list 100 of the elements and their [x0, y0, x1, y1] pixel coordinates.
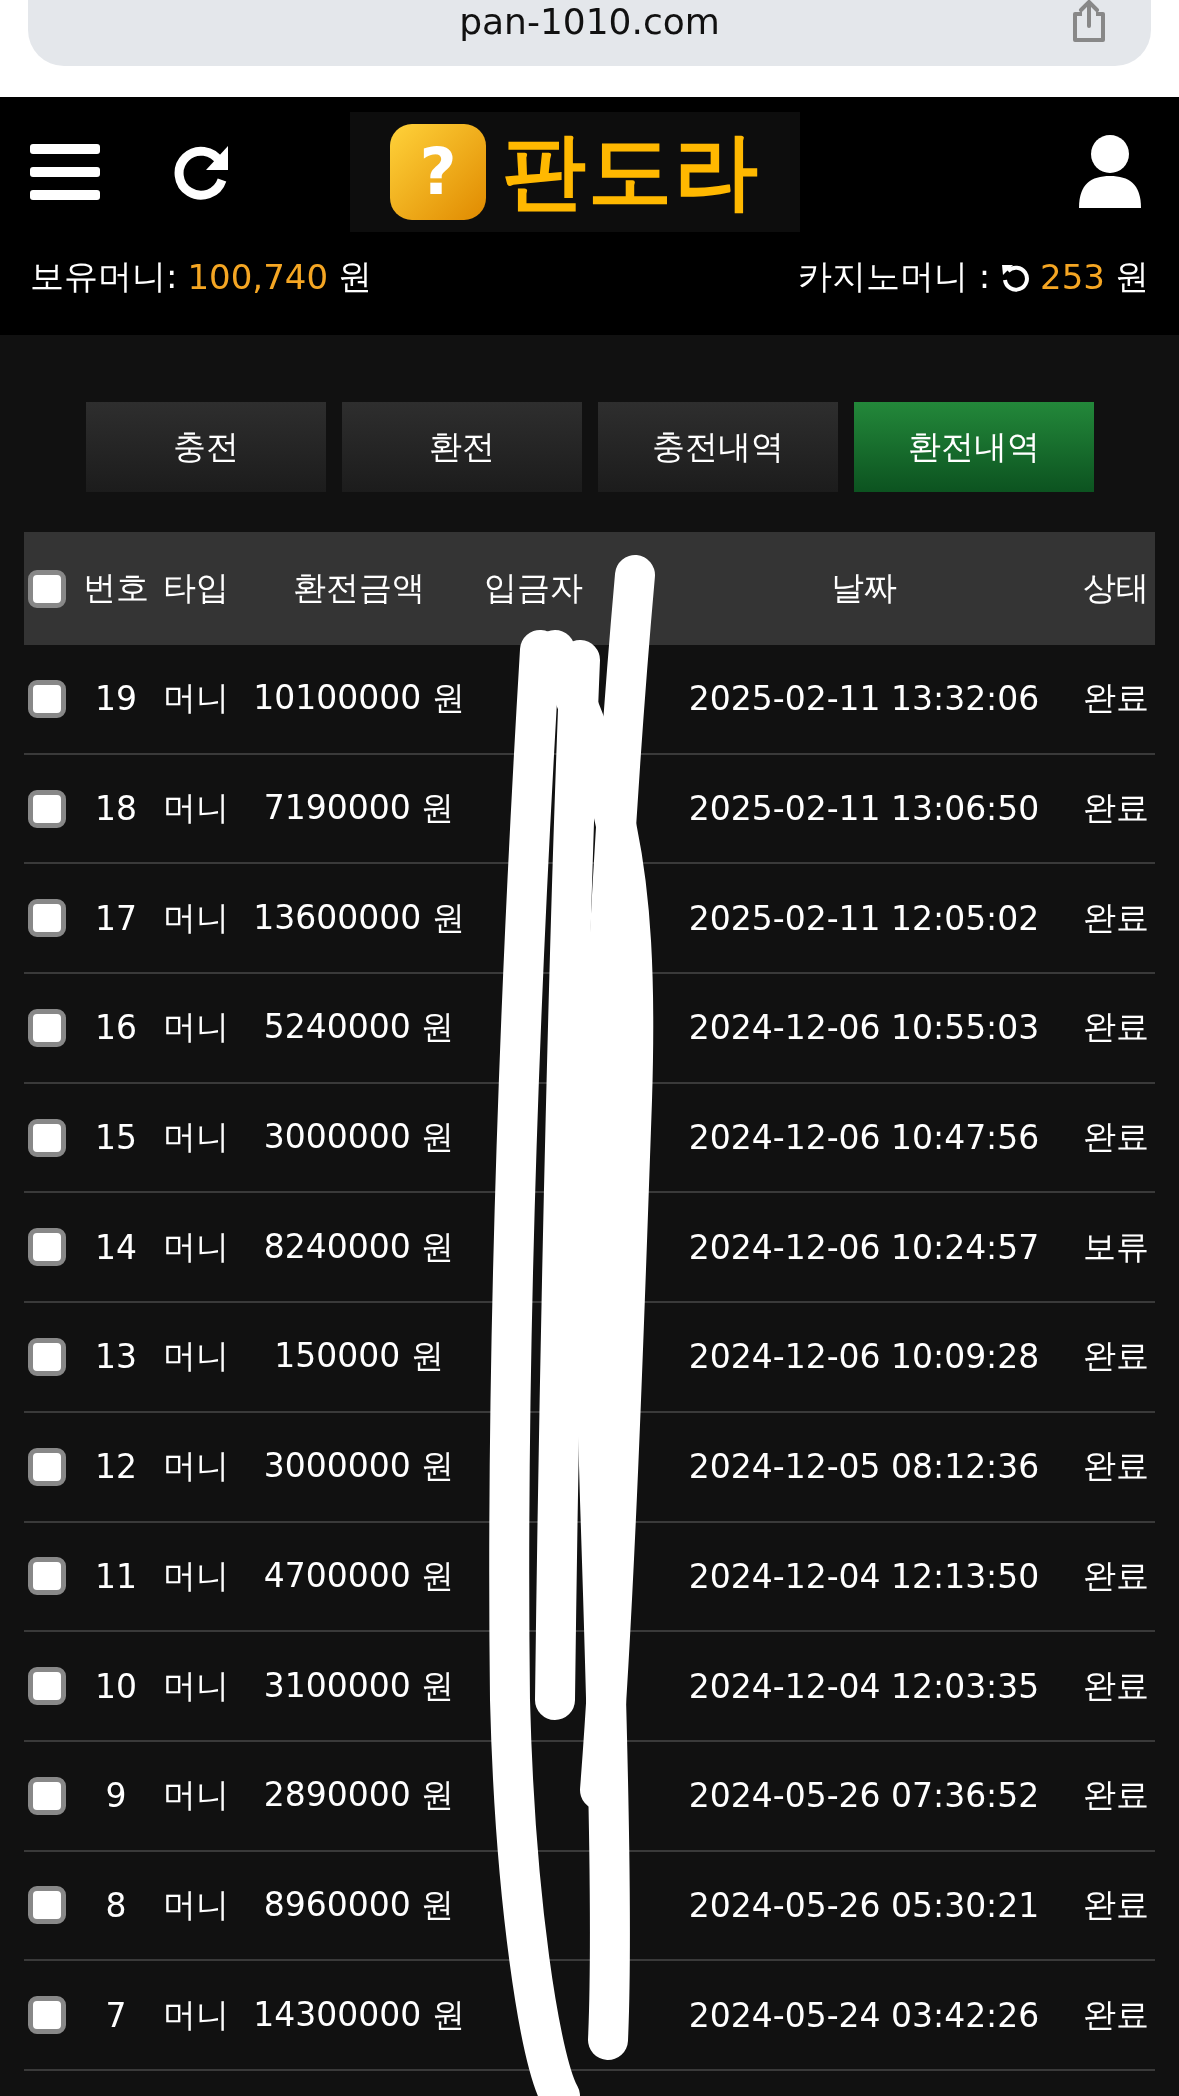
column-header: 환전금액: [293, 568, 425, 607]
logo-cube: ?: [390, 124, 486, 220]
table-cell: 완료: [1083, 1336, 1149, 1376]
table-cell: 8: [105, 1885, 127, 1925]
table-cell: 5240000 원: [263, 1007, 455, 1047]
table-cell: 10: [95, 1666, 137, 1706]
row-checkbox[interactable]: [28, 679, 66, 718]
table-cell: 8240000 원: [263, 1226, 455, 1266]
row-checkbox[interactable]: [28, 1996, 66, 2035]
table-cell: 8960000 원: [263, 1884, 455, 1924]
table-cell: 15: [95, 1118, 137, 1158]
table-cell: 7190000 원: [263, 788, 455, 828]
currency-unit: 원: [338, 255, 373, 298]
casino-balance-amount: 253: [1040, 257, 1105, 297]
table-cell: 머니: [163, 788, 229, 828]
table-cell: 머니: [163, 1336, 229, 1376]
table-cell: 머니: [163, 1994, 229, 2034]
table-cell: 13600000 원: [253, 897, 465, 937]
row-checkbox[interactable]: [28, 1447, 66, 1486]
table-cell: 2024-05-26 07:36:52: [688, 1776, 1040, 1816]
table-cell: 19: [95, 679, 137, 719]
row-checkbox[interactable]: [28, 1776, 66, 1815]
table-cell: 완료: [1083, 678, 1149, 718]
table-cell: 2025-02-11 13:06:50: [688, 789, 1040, 829]
tab[interactable]: 충전내역: [597, 402, 838, 492]
table-cell: 머니: [163, 1226, 229, 1266]
table-cell: 머니: [163, 1555, 229, 1595]
menu-icon[interactable]: [30, 144, 100, 200]
balance-amount: 100,740: [187, 257, 329, 297]
table-cell: 9: [105, 1776, 127, 1816]
table-cell: 2025-02-11 12:05:02: [688, 898, 1040, 938]
table-cell: 150000 원: [274, 1336, 444, 1376]
table-cell: 머니: [163, 1117, 229, 1157]
table-cell: 2024-12-06 10:09:28: [688, 1337, 1040, 1377]
table-cell: 3000000 원: [263, 1117, 455, 1157]
table-cell: 16: [95, 1008, 137, 1048]
column-header: 타입: [163, 568, 229, 607]
table-cell: 2024-05-24 03:42:26: [688, 1995, 1040, 2035]
row-checkbox[interactable]: [28, 1337, 66, 1376]
table-cell: 14: [95, 1227, 137, 1267]
table-cell: 2024-12-06 10:55:03: [688, 1008, 1040, 1048]
url-text: pan-1010.com: [459, 0, 720, 42]
logo-text: 판도라: [502, 121, 760, 222]
table-cell: 11: [95, 1556, 137, 1596]
table-cell: 7: [105, 1995, 127, 2035]
table-cell: 머니: [163, 678, 229, 718]
user-icon[interactable]: [1077, 134, 1143, 210]
table-cell: 2024-12-04 12:03:35: [688, 1666, 1040, 1706]
tab[interactable]: 충전: [85, 402, 326, 492]
table-cell: 10100000 원: [253, 678, 465, 718]
table-cell: 머니: [163, 897, 229, 937]
row-checkbox[interactable]: [28, 1667, 66, 1706]
table-cell: 3000000 원: [263, 1446, 455, 1486]
row-checkbox[interactable]: [28, 899, 66, 938]
table-cell: 완료: [1083, 1665, 1149, 1705]
currency-unit: 원: [1115, 255, 1149, 298]
address-bar[interactable]: pan-1010.com: [28, 0, 1151, 66]
tab[interactable]: 환전: [341, 402, 582, 492]
table-cell: 18: [95, 789, 137, 829]
row-checkbox[interactable]: [28, 1118, 66, 1157]
table-cell: 머니: [163, 1665, 229, 1705]
table-cell: 12: [95, 1447, 137, 1487]
row-checkbox[interactable]: [28, 1886, 66, 1925]
table-cell: 완료: [1083, 897, 1149, 937]
row-checkbox[interactable]: [28, 789, 66, 828]
table-cell: 완료: [1083, 1994, 1149, 2034]
table-cell: 완료: [1083, 1884, 1149, 1924]
column-header: 번호: [83, 568, 149, 607]
tab[interactable]: 환전내역: [853, 402, 1094, 492]
row-checkbox[interactable]: [28, 1008, 66, 1047]
select-all-checkbox[interactable]: [28, 569, 66, 608]
table-cell: 13: [95, 1337, 137, 1377]
table-cell: 머니: [163, 1007, 229, 1047]
table-cell: 17: [95, 898, 137, 938]
table-cell: 완료: [1083, 1007, 1149, 1047]
column-header: 상태: [1083, 568, 1149, 607]
table-cell: 완료: [1083, 1555, 1149, 1595]
column-header: 입금자: [484, 568, 583, 607]
table-cell: 머니: [163, 1446, 229, 1486]
table-cell: 완료: [1083, 788, 1149, 828]
table-cell: 머니: [163, 1775, 229, 1815]
table-cell: 14300000 원: [253, 1994, 465, 2034]
table-cell: 완료: [1083, 1117, 1149, 1157]
table-cell: 2890000 원: [263, 1775, 455, 1815]
table-cell: 4700000 원: [263, 1555, 455, 1595]
table-cell: 2024-12-04 12:13:50: [688, 1556, 1040, 1596]
logo-banner[interactable]: ? 판도라: [350, 112, 800, 232]
casino-balance-label: 카지노머니 :: [797, 255, 991, 298]
refresh-icon[interactable]: [1000, 262, 1031, 292]
table-cell: 2024-12-05 08:12:36: [688, 1447, 1040, 1487]
table-cell: 2024-12-06 10:47:56: [688, 1118, 1040, 1158]
table-cell: 2025-02-11 13:32:06: [688, 679, 1040, 719]
table-cell: 2024-05-26 05:30:21: [688, 1885, 1040, 1925]
table-cell: 완료: [1083, 1446, 1149, 1486]
column-header: 날짜: [831, 568, 897, 607]
balance-label: 보유머니:: [30, 255, 178, 298]
row-checkbox[interactable]: [28, 1557, 66, 1596]
table-cell: 보류: [1083, 1226, 1149, 1266]
row-checkbox[interactable]: [28, 1228, 66, 1267]
table-cell: 2024-12-06 10:24:57: [688, 1227, 1040, 1267]
